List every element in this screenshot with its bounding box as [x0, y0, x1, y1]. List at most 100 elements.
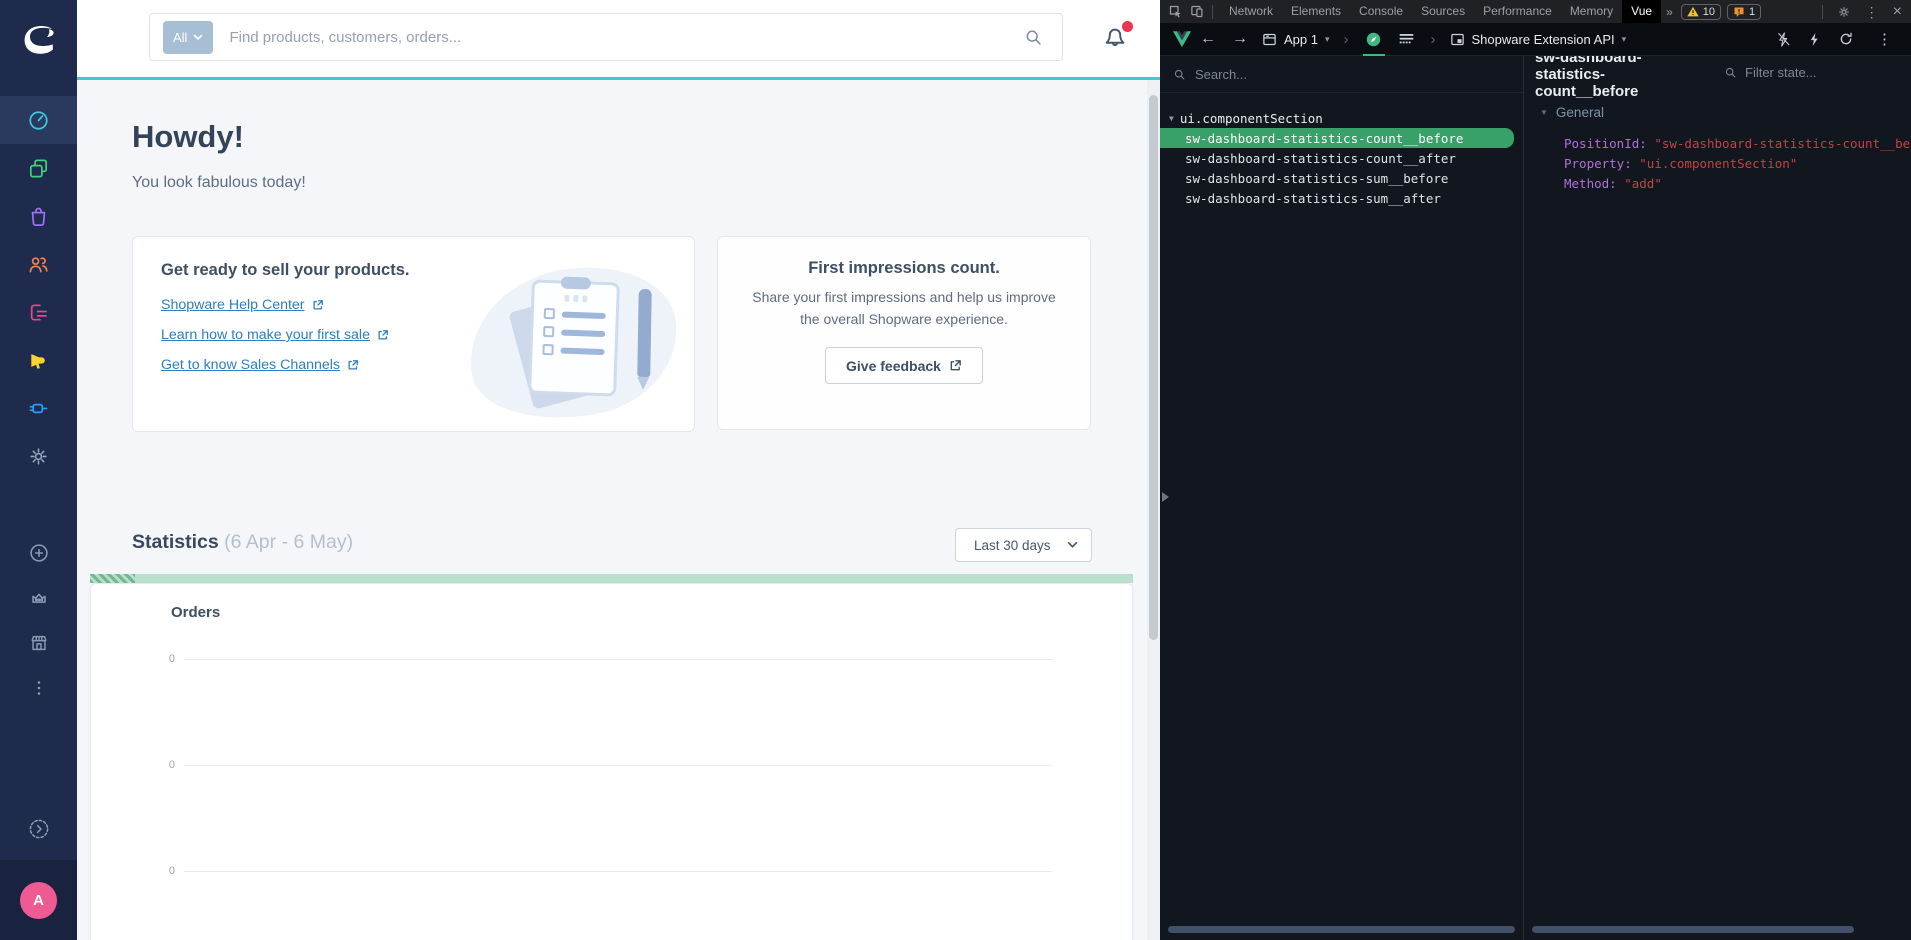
orders-icon — [27, 205, 50, 228]
more-kebab-icon — [28, 677, 50, 699]
tab-elements[interactable]: Elements — [1282, 0, 1350, 23]
issues-badge[interactable]: 1 — [1727, 4, 1761, 20]
more-tabs-chevron[interactable]: » — [1661, 5, 1678, 19]
app-selector[interactable]: App 1 ▾ — [1262, 32, 1330, 47]
timeline-tool[interactable] — [1398, 23, 1415, 56]
component-tree-pane: Search... ▼ ui.componentSection sw-dashb… — [1160, 56, 1523, 940]
inspector-tool-active[interactable] — [1365, 23, 1382, 56]
sidebar-primary-nav — [0, 96, 77, 480]
vue-logo-icon — [1172, 30, 1192, 48]
tab-memory[interactable]: Memory — [1561, 0, 1622, 23]
give-feedback-button[interactable]: Give feedback — [825, 347, 983, 384]
state-filter-input[interactable]: Filter state... — [1724, 65, 1817, 80]
lightning-icon[interactable] — [1807, 31, 1822, 48]
plugin-selector[interactable]: Shopware Extension API ▾ — [1450, 32, 1627, 47]
shopware-logo[interactable] — [0, 0, 77, 77]
state-pane-hscrollbar[interactable] — [1532, 926, 1854, 933]
device-toolbar-icon[interactable] — [1190, 4, 1205, 19]
lightning-off-icon[interactable] — [1776, 31, 1791, 48]
sidebar-item-dashboard[interactable] — [0, 96, 77, 144]
tree-pane-hscrollbar[interactable] — [1168, 926, 1515, 933]
devtools-close-icon[interactable]: × — [1893, 4, 1902, 20]
state-entry[interactable]: PositionId: "sw-dashboard-statistics-cou… — [1564, 134, 1911, 154]
sidebar-item-marketing[interactable] — [0, 336, 77, 384]
history-forward-icon[interactable]: → — [1232, 30, 1248, 48]
storefront-icon — [28, 632, 50, 654]
tab-console[interactable]: Console — [1350, 0, 1412, 23]
warning-triangle-icon — [1687, 6, 1699, 17]
y-tick-label: 0 — [149, 865, 175, 877]
refresh-icon[interactable] — [1838, 31, 1854, 47]
feedback-card-body: Share your first impressions and help us… — [744, 287, 1064, 330]
tree-group[interactable]: ▼ ui.componentSection — [1160, 108, 1523, 128]
rows-icon — [1398, 32, 1415, 47]
tree-item[interactable]: sw-dashboard-statistics-sum__before — [1160, 168, 1523, 188]
statistics-heading: Statistics (6 Apr - 6 May) — [132, 531, 353, 554]
period-select[interactable]: Last 30 days — [955, 528, 1092, 562]
tree-item[interactable]: sw-dashboard-statistics-sum__after — [1160, 188, 1523, 208]
tab-sources[interactable]: Sources — [1412, 0, 1474, 23]
avatar[interactable]: A — [20, 882, 57, 919]
tab-performance[interactable]: Performance — [1474, 0, 1561, 23]
selected-component-title: sw-dashboard- statistics- count__before — [1535, 56, 1642, 100]
state-entry[interactable]: Property: "ui.componentSection" — [1564, 154, 1911, 174]
sidebar-item-content[interactable] — [0, 288, 77, 336]
sell-card-title: Get ready to sell your products. — [161, 261, 409, 280]
devtools-panel: Network Elements Console Sources Perform… — [1160, 0, 1911, 940]
page-title: Howdy! — [132, 119, 244, 155]
notification-dot — [1122, 21, 1133, 32]
sidebar-item-storefront[interactable] — [0, 620, 77, 665]
statistics-range: (6 Apr - 6 May) — [224, 531, 353, 553]
external-link-icon — [347, 359, 359, 371]
link-sales-channels[interactable]: Get to know Sales Channels — [161, 357, 359, 373]
tree-search-input[interactable]: Search... — [1160, 56, 1523, 93]
external-link-icon — [312, 299, 324, 311]
settings-gear-icon — [27, 445, 50, 468]
sidebar-item-modules[interactable] — [0, 575, 77, 620]
sidebar-item-more[interactable] — [0, 665, 77, 710]
global-search[interactable]: All Find products, customers, orders... — [149, 13, 1063, 61]
sidebar-item-extensions[interactable] — [0, 384, 77, 432]
warnings-badge[interactable]: 10 — [1681, 4, 1721, 20]
main-scrollbar[interactable] — [1147, 80, 1160, 940]
link-help-center[interactable]: Shopware Help Center — [161, 297, 324, 313]
sidebar-item-orders[interactable] — [0, 192, 77, 240]
state-section-general[interactable]: ▼ General — [1540, 105, 1604, 120]
history-back-icon[interactable]: ← — [1200, 30, 1216, 48]
sidebar-item-add[interactable] — [0, 530, 77, 575]
header-accent-line — [77, 77, 1160, 80]
vue-menu-icon[interactable]: ⋮ — [1877, 32, 1892, 47]
tab-vue[interactable]: Vue — [1622, 0, 1661, 23]
y-tick-label: 0 — [149, 653, 175, 665]
dashboard-icon — [27, 109, 50, 132]
sell-card: Get ready to sell your products. Shopwar… — [132, 236, 695, 432]
devtools-menu-icon[interactable]: ⋮ — [1865, 5, 1879, 19]
search-placeholder: Find products, customers, orders... — [229, 29, 461, 46]
tab-network[interactable]: Network — [1220, 0, 1282, 23]
sidebar-item-customers[interactable] — [0, 240, 77, 288]
vue-devtools-body: Search... ▼ ui.componentSection sw-dashb… — [1160, 56, 1911, 940]
shopware-logo-icon — [19, 19, 59, 59]
sidebar-item-products[interactable] — [0, 144, 77, 192]
search-icon[interactable] — [1023, 27, 1044, 48]
notification-bell[interactable] — [1100, 20, 1136, 56]
tree-item[interactable]: sw-dashboard-statistics-count__after — [1160, 148, 1523, 168]
search-filter-button[interactable]: All — [163, 21, 213, 54]
devtools-settings-icon[interactable] — [1837, 5, 1851, 19]
admin-main: All Find products, customers, orders... … — [77, 0, 1160, 940]
link-first-sale[interactable]: Learn how to make your first sale — [161, 327, 389, 343]
vue-toolbar: ← → App 1 ▾ › › Shopware Extension API ▾ — [1160, 23, 1911, 56]
extensions-icon — [27, 397, 50, 420]
pane-expand-arrow[interactable] — [1162, 492, 1169, 502]
chart-title: Orders — [171, 604, 220, 621]
inspect-element-icon[interactable] — [1168, 4, 1183, 19]
panel-icon — [1450, 32, 1465, 47]
chevron-circle-icon — [27, 817, 51, 841]
sidebar-expand-button[interactable] — [0, 810, 77, 848]
tree-item[interactable]: sw-dashboard-statistics-count__before — [1160, 128, 1514, 148]
divider — [1212, 5, 1213, 19]
sidebar-item-settings[interactable] — [0, 432, 77, 480]
state-entry[interactable]: Method: "add" — [1564, 174, 1911, 194]
main-scrollbar-thumb[interactable] — [1149, 95, 1158, 640]
gridline — [184, 659, 1052, 660]
